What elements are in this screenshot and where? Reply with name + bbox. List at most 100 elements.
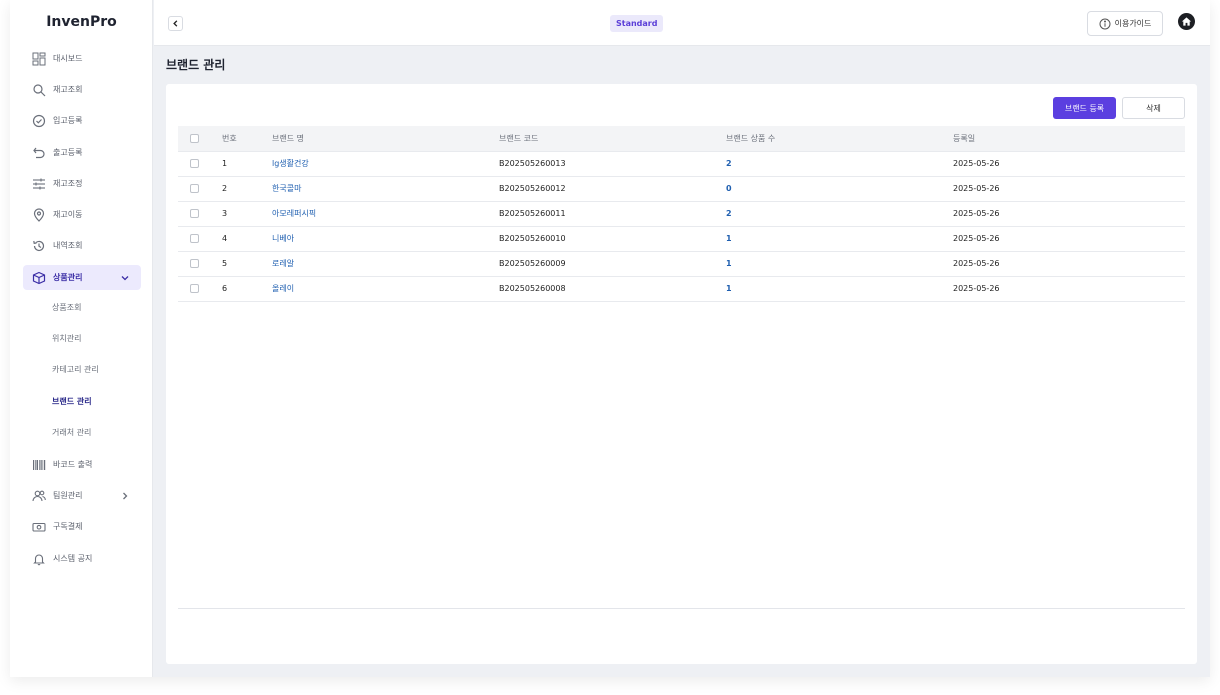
sidebar-item-label: 팀원관리: [53, 491, 83, 500]
registered-date: 2025-05-26: [953, 159, 1000, 168]
product-count-link[interactable]: 2: [726, 151, 953, 176]
submenu-item-category[interactable]: 카테고리 관리: [52, 361, 99, 379]
sidebar-item-label: 대시보드: [53, 54, 83, 63]
brand-code: B202505260009: [499, 259, 566, 268]
row-no: 4: [222, 234, 228, 243]
chevron-left-icon: [173, 20, 178, 27]
submenu-item-brand[interactable]: 브랜드 관리: [52, 393, 92, 411]
select-all-checkbox[interactable]: [190, 133, 199, 143]
brand-code: B202505260013: [499, 159, 566, 168]
sidebar-item-label: 재고이동: [53, 210, 83, 219]
sidebar-item-label: 상품관리: [53, 273, 83, 282]
sidebar-item-label: 구독결제: [53, 522, 83, 531]
product-count-link[interactable]: 1: [726, 251, 953, 276]
sidebar-item-transfer[interactable]: 재고이동: [23, 202, 141, 227]
search-icon: [32, 83, 46, 97]
row-checkbox[interactable]: [190, 284, 199, 293]
row-checkbox[interactable]: [190, 259, 199, 268]
row-checkbox[interactable]: [190, 159, 199, 168]
brand-code: B202505260010: [499, 234, 566, 243]
back-button[interactable]: [168, 16, 183, 31]
row-no: 6: [222, 284, 228, 293]
row-checkbox[interactable]: [190, 209, 199, 218]
submenu-item-location[interactable]: 위치관리: [52, 330, 81, 348]
registered-date: 2025-05-26: [953, 284, 1000, 293]
table-row[interactable]: 4 니베아 B202505260010 1 2025-05-26: [178, 226, 1185, 251]
column-header-registered-date: 등록일: [953, 133, 976, 143]
sidebar-item-label: 재고조정: [53, 179, 83, 188]
brand-name-link[interactable]: 아모레퍼시픽: [272, 201, 499, 226]
sidebar-item-adjust[interactable]: 재고조정: [23, 171, 141, 196]
table-row[interactable]: 3 아모레퍼시픽 B202505260011 2 2025-05-26: [178, 201, 1185, 226]
home-icon: [1181, 17, 1192, 26]
content-card: 브랜드 등록 삭제 번호 브랜드 명 브랜드 코드 브랜드 상품 수 등록일 1…: [166, 84, 1197, 664]
brand-code: B202505260011: [499, 209, 566, 218]
sidebar-item-team[interactable]: 팀원관리: [23, 483, 141, 508]
brand-name-link[interactable]: lg생활건강: [272, 151, 499, 176]
barcode-icon: [32, 458, 46, 472]
sidebar-item-product[interactable]: 상품관리: [23, 265, 141, 290]
product-count-link[interactable]: 0: [726, 176, 953, 201]
table-row[interactable]: 1 lg생활건강 B202505260013 2 2025-05-26: [178, 151, 1185, 176]
sidebar-item-notice[interactable]: 시스템 공지: [23, 546, 141, 571]
brand-code: B202505260008: [499, 284, 566, 293]
product-count-link[interactable]: 1: [726, 226, 953, 251]
row-no: 1: [222, 159, 228, 168]
column-header-no: 번호: [222, 133, 237, 143]
registered-date: 2025-05-26: [953, 259, 1000, 268]
chevron-down-icon[interactable]: [119, 271, 131, 283]
registered-date: 2025-05-26: [953, 209, 1000, 218]
submenu-item-vendor[interactable]: 거래처 관리: [52, 424, 91, 442]
table-row[interactable]: 2 한국콜마 B202505260012 0 2025-05-26: [178, 176, 1185, 201]
product-count-link[interactable]: 1: [726, 276, 953, 301]
product-count-link[interactable]: 2: [726, 201, 953, 226]
bell-icon: [32, 552, 46, 566]
sidebar-item-label: 시스템 공지: [53, 554, 93, 563]
location-pin-icon: [32, 207, 46, 222]
dashboard-icon: [32, 52, 46, 66]
page-title: 브랜드 관리: [166, 58, 226, 72]
sidebar-item-label: 출고등록: [53, 148, 83, 157]
registered-date: 2025-05-26: [953, 184, 1000, 193]
app-window: InvenPro 대시보드 재고조회 입고등록 출고등록 재고조정 재고이동 내…: [10, 0, 1210, 677]
table-row[interactable]: 5 로레알 B202505260009 1 2025-05-26: [178, 251, 1185, 276]
sidebar-item-history[interactable]: 내역조회: [23, 233, 141, 258]
sidebar-item-inbound[interactable]: 입고등록: [23, 108, 141, 133]
sidebar-item-stock-search[interactable]: 재고조회: [23, 77, 141, 102]
undo-arrow-icon: [32, 146, 46, 160]
sidebar-item-dashboard[interactable]: 대시보드: [23, 46, 141, 71]
submenu-item-product-search[interactable]: 상품조회: [52, 299, 81, 317]
sidebar-item-outbound[interactable]: 출고등록: [23, 140, 141, 165]
column-header-product-count: 브랜드 상품 수: [726, 133, 776, 143]
sidebar-item-label: 내역조회: [53, 241, 83, 250]
brand-name-link[interactable]: 니베아: [272, 226, 499, 251]
brand-name-link[interactable]: 로레알: [272, 251, 499, 276]
users-icon: [32, 489, 46, 503]
sliders-icon: [32, 177, 46, 191]
brand-name-link[interactable]: 올레이: [272, 276, 499, 301]
register-brand-button[interactable]: 브랜드 등록: [1053, 97, 1116, 119]
column-header-brand-code: 브랜드 코드: [499, 133, 539, 143]
sidebar-item-barcode[interactable]: 바코드 출력: [23, 452, 141, 477]
history-icon: [32, 239, 46, 253]
top-bar: Standard 이용가이드: [154, 0, 1210, 46]
sidebar-item-label: 입고등록: [53, 116, 83, 125]
cash-icon: [32, 520, 46, 534]
row-no: 2: [222, 184, 228, 193]
sidebar-item-subscription[interactable]: 구독결제: [23, 514, 141, 539]
brand-name-link[interactable]: 한국콜마: [272, 176, 499, 201]
box-icon: [32, 271, 46, 285]
chevron-right-icon[interactable]: [119, 489, 131, 501]
user-guide-label: 이용가이드: [1114, 19, 1152, 28]
check-circle-icon: [32, 114, 46, 128]
app-logo: InvenPro: [46, 14, 117, 30]
plan-badge: Standard: [610, 15, 664, 32]
sidebar-item-label: 재고조회: [53, 85, 83, 94]
row-checkbox[interactable]: [190, 184, 199, 193]
user-guide-button[interactable]: 이용가이드: [1087, 11, 1163, 36]
table-row[interactable]: 6 올레이 B202505260008 1 2025-05-26: [178, 276, 1185, 301]
home-button[interactable]: [1178, 13, 1195, 30]
row-checkbox[interactable]: [190, 234, 199, 243]
registered-date: 2025-05-26: [953, 234, 1000, 243]
delete-button[interactable]: 삭제: [1122, 97, 1185, 119]
